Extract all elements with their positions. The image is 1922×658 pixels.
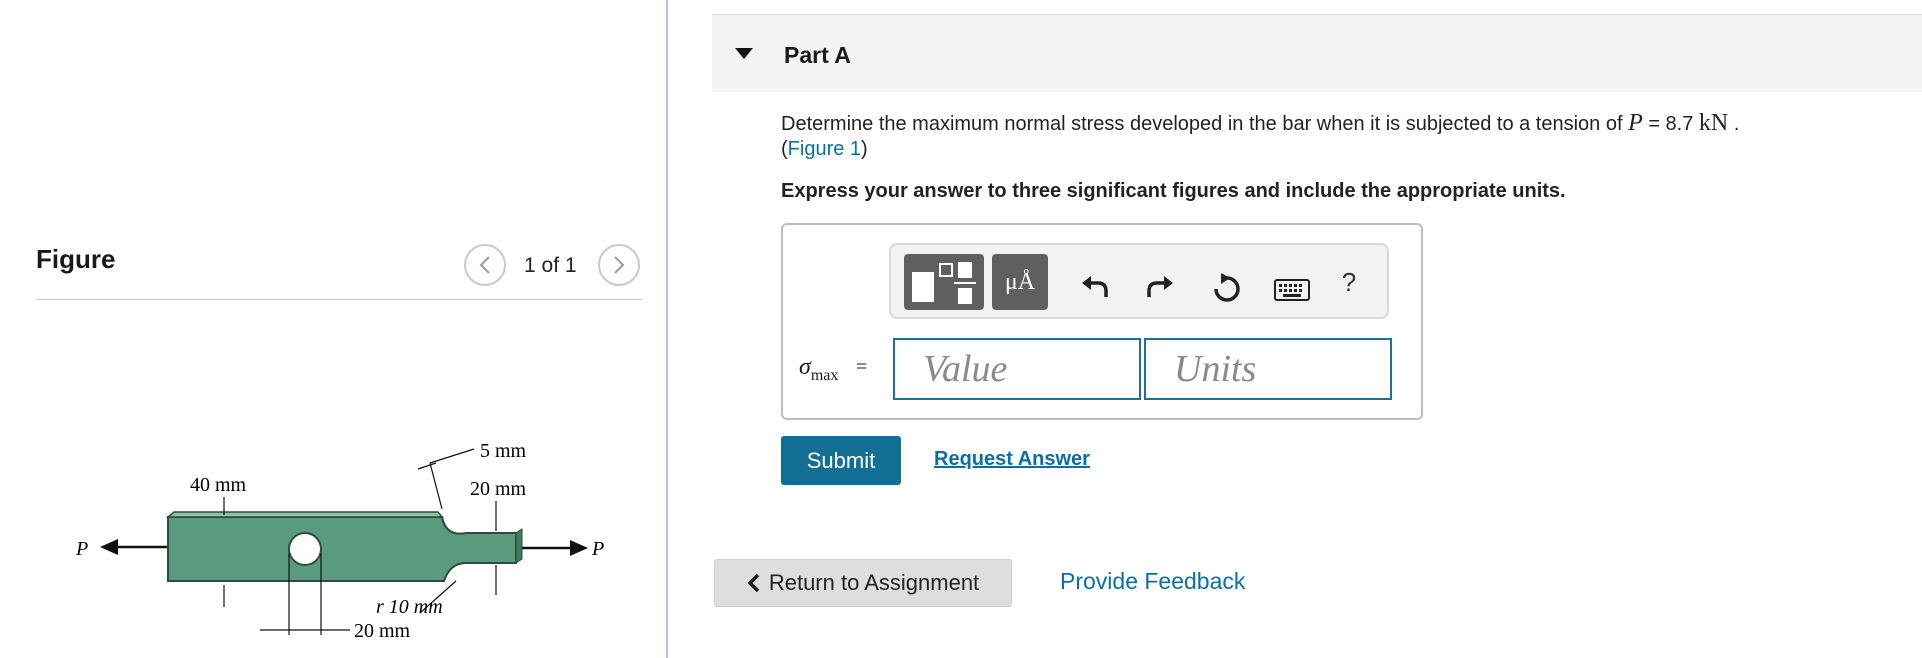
figure-header-divider xyxy=(36,299,642,300)
bar-hole xyxy=(288,532,322,566)
return-label: Return to Assignment xyxy=(768,570,980,595)
prompt-unit: kN xyxy=(1698,110,1729,136)
units-input[interactable] xyxy=(1144,338,1392,400)
dim-hole-label: 20 mm xyxy=(354,620,411,642)
figure-pager-count: 1 of 1 xyxy=(524,254,577,277)
left-load-label: P xyxy=(75,538,88,560)
right-load-label: P xyxy=(591,538,604,560)
keyboard-icon[interactable] xyxy=(1272,270,1312,310)
prompt-prefix: Determine the maximum normal stress deve… xyxy=(781,113,1629,135)
value-input[interactable] xyxy=(893,338,1141,400)
chevron-left-icon xyxy=(747,573,760,593)
chevron-right-icon xyxy=(614,256,625,274)
dim-5mm-leader xyxy=(429,448,475,464)
bar-body xyxy=(167,516,517,582)
bar-top-face xyxy=(165,511,444,518)
request-answer-link[interactable]: Request Answer xyxy=(934,448,1090,471)
bar-figure-diagram: P P 40 mm 5 mm 20 mm r 10 mm 20 mm xyxy=(75,440,604,642)
caret-down-icon[interactable] xyxy=(735,48,753,60)
right-load-arrowhead xyxy=(570,540,588,556)
problem-prompt: Determine the maximum normal stress deve… xyxy=(781,110,1739,137)
dim-20mm-label-right: 20 mm xyxy=(470,478,527,500)
undo-icon[interactable] xyxy=(1075,268,1115,308)
previous-figure-button[interactable] xyxy=(464,244,506,286)
redo-icon[interactable] xyxy=(1140,268,1180,308)
figure-1-link[interactable]: Figure 1 xyxy=(788,138,861,160)
dim-40mm-label: 40 mm xyxy=(190,474,247,496)
prompt-variable: P xyxy=(1628,110,1643,136)
dim-fillet-radius-label: r 10 mm xyxy=(376,596,443,618)
return-to-assignment-button[interactable]: Return to Assignment xyxy=(714,559,1012,607)
dim-5mm-label: 5 mm xyxy=(480,440,527,462)
chevron-left-icon xyxy=(479,256,490,274)
units-button[interactable]: μÅ xyxy=(992,254,1048,310)
help-button[interactable]: ? xyxy=(1334,262,1364,302)
templates-button[interactable] xyxy=(904,254,984,310)
next-figure-button[interactable] xyxy=(598,244,640,286)
answer-instruction: Express your answer to three significant… xyxy=(781,180,1566,202)
part-header[interactable] xyxy=(712,15,1922,92)
dim-5mm-tick xyxy=(417,462,437,470)
dim-5mm-line xyxy=(429,462,443,510)
submit-button[interactable]: Submit xyxy=(781,436,901,485)
answer-symbol: σmax xyxy=(799,354,839,384)
prompt-value: = 8.7 xyxy=(1642,113,1699,135)
provide-feedback-link[interactable]: Provide Feedback xyxy=(1060,568,1245,595)
part-title: Part A xyxy=(784,42,851,68)
bar-right-face xyxy=(515,528,523,564)
figure-reference: (Figure 1) xyxy=(781,138,868,160)
reset-icon[interactable] xyxy=(1206,268,1246,308)
left-load-arrowhead xyxy=(100,539,118,555)
prompt-suffix: . xyxy=(1728,113,1740,135)
answer-equals: = xyxy=(856,356,868,378)
pane-divider xyxy=(666,0,668,658)
fraction-template-icon xyxy=(912,262,976,304)
figure-title: Figure xyxy=(36,244,116,274)
